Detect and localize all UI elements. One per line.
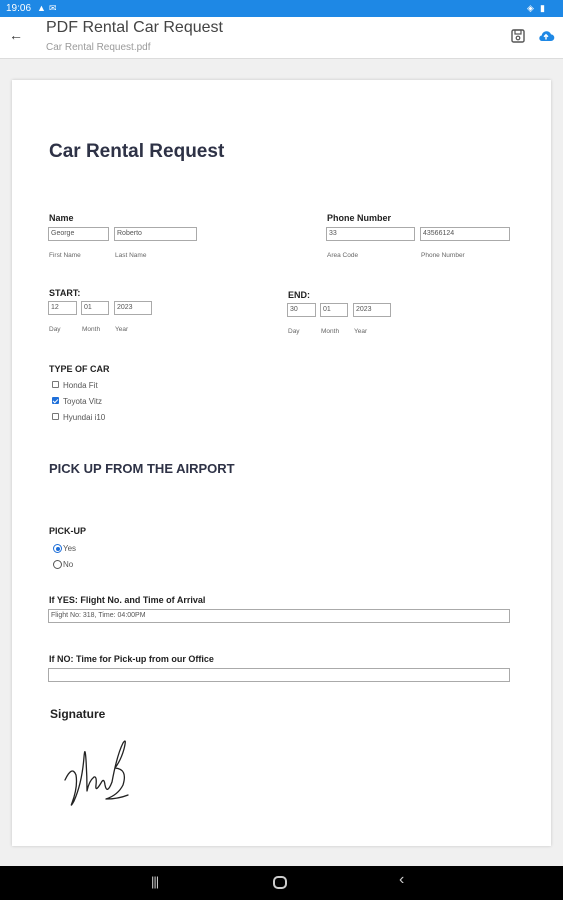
last-name-caption: Last Name <box>115 252 147 259</box>
start-year-field[interactable]: 2023 <box>114 301 152 315</box>
start-month-caption: Month <box>82 326 101 333</box>
office-pickup-field[interactable] <box>48 668 510 682</box>
start-label: START: <box>49 288 81 298</box>
start-month-field[interactable]: 01 <box>81 301 109 315</box>
navigation-bar: ||| ‹ <box>0 866 563 900</box>
pickup-yes-label: Yes <box>63 544 77 553</box>
back-arrow-icon[interactable]: ← <box>9 27 23 43</box>
airport-section-heading: PICK UP FROM THE AIRPORT <box>49 461 235 476</box>
last-name-field[interactable]: Roberto <box>114 227 197 241</box>
end-year-caption: Year <box>354 328 368 335</box>
car-type-label: TYPE OF CAR <box>49 364 110 374</box>
mail-icon: ✉ <box>49 3 57 13</box>
start-day-caption: Day <box>49 326 61 333</box>
honda-fit-label: Honda Fit <box>63 381 98 390</box>
save-icon[interactable] <box>509 27 527 45</box>
back-nav-icon[interactable]: ‹ <box>399 871 404 889</box>
phone-label: Phone Number <box>327 213 392 223</box>
warning-icon: ▲ <box>37 3 46 13</box>
toyota-vitz-checkbox[interactable] <box>52 397 59 404</box>
signature-image[interactable] <box>60 735 140 810</box>
office-pickup-label: If NO: Time for Pick-up from our Office <box>49 654 214 664</box>
end-label: END: <box>288 290 310 300</box>
flight-label: If YES: Flight No. and Time of Arrival <box>49 595 206 605</box>
end-year-field[interactable]: 2023 <box>353 303 391 317</box>
status-bar: 19:06 ▲ ✉ ◈ ▮ <box>0 0 563 17</box>
pickup-no-label: No <box>63 560 74 569</box>
pdf-page: Car Rental Request Name George Roberto F… <box>12 80 551 846</box>
start-day-field[interactable]: 12 <box>48 301 77 315</box>
battery-icon: ▮ <box>540 3 545 13</box>
status-time: 19:06 <box>6 3 32 14</box>
cloud-upload-icon[interactable] <box>537 27 555 45</box>
end-day-caption: Day <box>288 328 300 335</box>
toyota-vitz-label: Toyota Vitz <box>63 397 102 406</box>
pickup-yes-radio[interactable] <box>53 544 62 553</box>
phone-number-caption: Phone Number <box>421 252 465 259</box>
first-name-caption: First Name <box>49 252 81 259</box>
start-year-caption: Year <box>115 326 129 333</box>
home-icon[interactable] <box>273 876 287 889</box>
honda-fit-checkbox[interactable] <box>52 381 59 388</box>
end-month-caption: Month <box>321 328 340 335</box>
file-name: Car Rental Request.pdf <box>46 42 151 53</box>
name-label: Name <box>49 213 74 223</box>
recent-apps-icon[interactable]: ||| <box>151 874 159 889</box>
wifi-icon: ◈ <box>527 3 534 13</box>
area-code-caption: Area Code <box>327 252 359 259</box>
app-bar: ← PDF Rental Car Request Car Rental Requ… <box>0 17 563 59</box>
signature-label: Signature <box>50 707 106 721</box>
hyundai-i10-checkbox[interactable] <box>52 413 59 420</box>
app-title: PDF Rental Car Request <box>46 19 223 36</box>
first-name-field[interactable]: George <box>48 227 109 241</box>
end-day-field[interactable]: 30 <box>287 303 316 317</box>
flight-info-field[interactable]: Flight No: 318, Time: 04:00PM <box>48 609 510 623</box>
phone-number-field[interactable]: 43566124 <box>420 227 510 241</box>
hyundai-i10-label: Hyundai i10 <box>63 413 106 422</box>
pickup-no-radio[interactable] <box>53 560 62 569</box>
area-code-field[interactable]: 33 <box>326 227 415 241</box>
pickup-label: PICK-UP <box>49 526 87 536</box>
end-month-field[interactable]: 01 <box>320 303 348 317</box>
document-title: Car Rental Request <box>49 141 225 162</box>
